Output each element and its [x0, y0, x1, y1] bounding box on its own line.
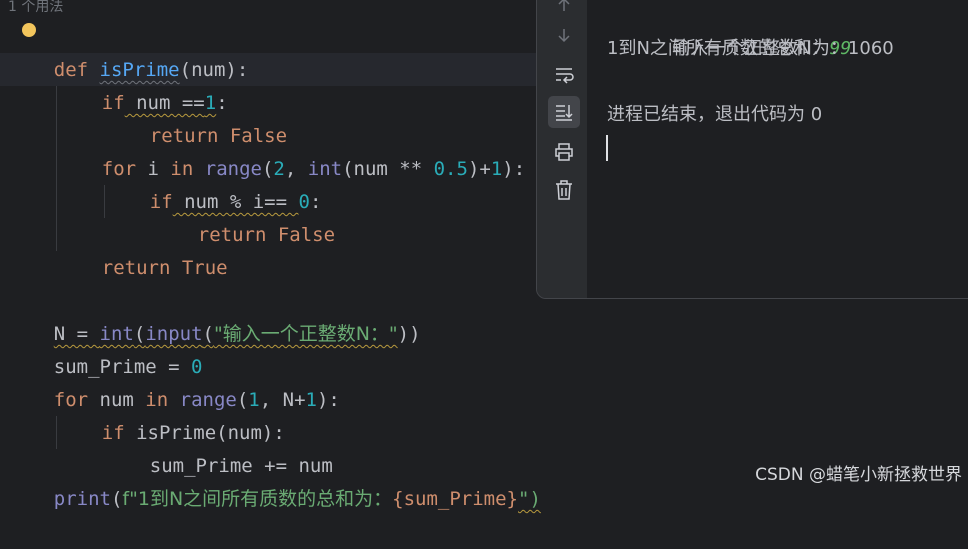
scroll-to-end-button[interactable] — [548, 96, 580, 128]
code-line[interactable]: def isPrime(num): — [8, 21, 249, 81]
code-line[interactable]: return True — [56, 219, 228, 279]
run-toolbar — [537, 0, 587, 298]
code-token: "输入一个正整数N：" — [213, 323, 398, 345]
console-caret — [606, 135, 608, 161]
arrow-up-icon — [558, 0, 570, 11]
code-token: )+ — [467, 158, 491, 180]
code-line[interactable]: if num % i== 0: — [104, 153, 322, 213]
code-token: 1 — [490, 158, 503, 180]
code-line[interactable]: print(f"1到N之间所有质数的总和为：{sum_Prime}") — [8, 450, 541, 510]
watermark: CSDN @蜡笔小新拯救世界 — [755, 465, 962, 485]
arrow-up-button[interactable] — [548, 0, 580, 21]
code-token: ") — [518, 488, 541, 510]
code-line[interactable]: for num in range(1, N+1): — [8, 351, 340, 411]
console-output[interactable]: 输入一个正整数N：99 1到N之间所有质数的总和为：1060 进程已结束，退出代… — [587, 0, 968, 298]
code-line[interactable]: N = int(input("输入一个正整数N：")) — [8, 285, 421, 345]
arrow-down-button[interactable] — [548, 19, 580, 51]
code-line[interactable]: if num ==1: — [56, 54, 228, 114]
console-line: 输入一个正整数N：99 — [607, 0, 851, 59]
soft-wrap-icon — [556, 68, 574, 84]
code-token: f"1到N之间所有质数的总和为： — [122, 488, 393, 510]
code-line[interactable]: for i in range(2, int(num ** 0.5)+1): — [56, 120, 525, 180]
run-panel: 输入一个正整数N：99 1到N之间所有质数的总和为：1060 进程已结束，退出代… — [536, 0, 968, 299]
code-token: ): — [502, 158, 526, 180]
scroll-to-end-icon — [556, 105, 573, 121]
code-line[interactable]: sum_Prime = 0 — [8, 318, 203, 378]
code-token: ( — [202, 323, 214, 345]
print-button[interactable] — [548, 136, 580, 168]
code-token: (num ** — [342, 158, 434, 180]
clear-all-button[interactable] — [548, 174, 580, 206]
result-line: 1到N之间所有质数的总和为：1060 — [607, 38, 894, 59]
code-line[interactable]: if isPrime(num): — [56, 384, 285, 444]
trash-icon — [556, 180, 572, 200]
code-token: {sum_Prime} — [392, 488, 518, 510]
usage-hint[interactable]: 1 个用法 — [8, 0, 63, 16]
code-line[interactable]: sum_Prime += num — [104, 417, 333, 477]
exit-message: 进程已结束，退出代码为 0 — [607, 104, 823, 125]
code-token: ): — [316, 389, 340, 411]
code-token: ( — [110, 488, 123, 510]
arrow-down-icon — [558, 29, 570, 43]
code-token: return — [101, 257, 171, 279]
code-token: )) — [397, 323, 421, 345]
code-line[interactable]: return False — [152, 186, 335, 246]
code-token: False — [277, 224, 336, 246]
code-token: print — [53, 488, 111, 510]
code-line[interactable]: return False — [104, 87, 287, 147]
code-token: True — [181, 257, 228, 279]
code-token: 1 — [305, 389, 317, 411]
code-token: 0.5 — [433, 158, 468, 180]
soft-wrap-button[interactable] — [548, 59, 580, 91]
print-icon — [555, 143, 573, 161]
